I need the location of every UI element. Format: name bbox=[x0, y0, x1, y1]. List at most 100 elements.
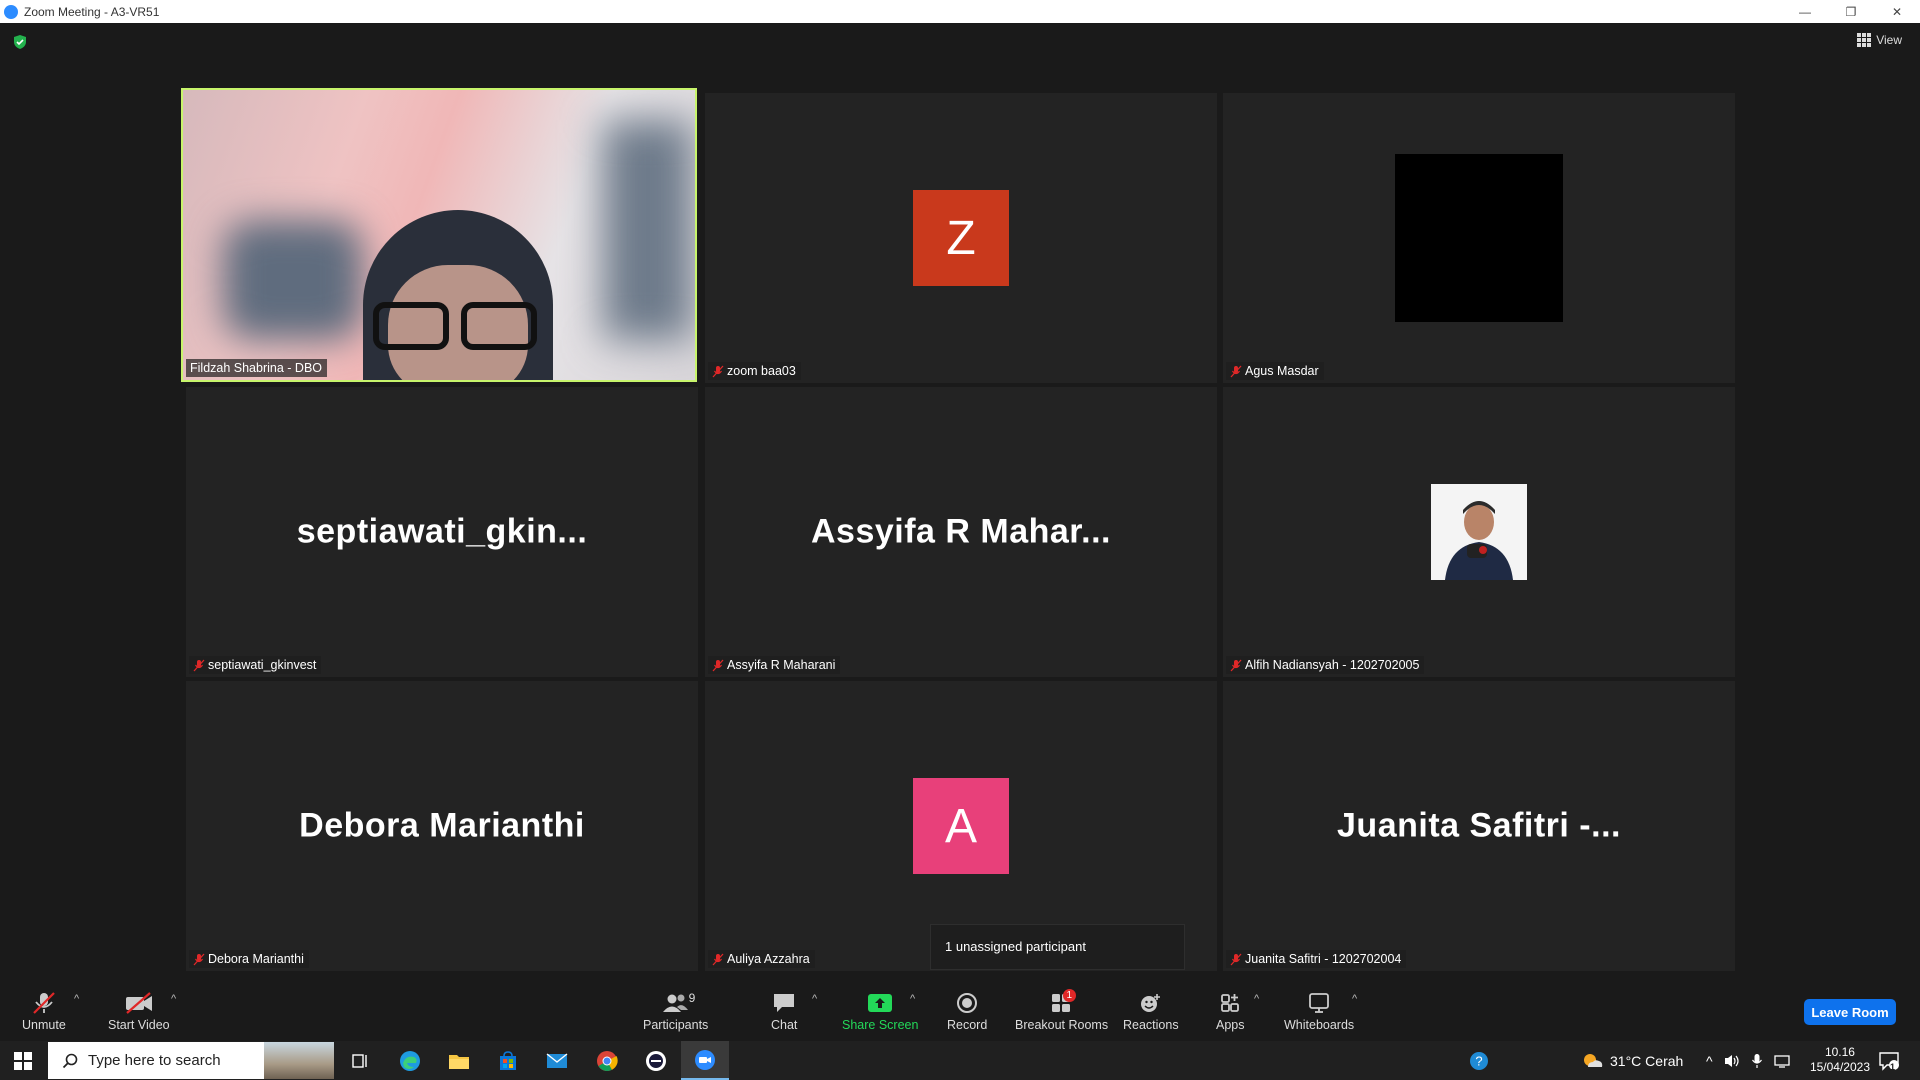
weather-text: 31°C Cerah bbox=[1610, 1052, 1684, 1069]
mic-muted-icon bbox=[712, 365, 724, 377]
participant-nameplate: Assyifa R Maharani bbox=[708, 656, 841, 674]
whiteboards-button[interactable]: Whiteboards bbox=[1284, 991, 1354, 1032]
zoom-app-icon bbox=[4, 4, 18, 19]
unmute-label: Unmute bbox=[22, 1018, 66, 1032]
taskbar-zoom[interactable] bbox=[681, 1041, 729, 1080]
taskbar-store[interactable] bbox=[484, 1041, 532, 1080]
help-tray-icon[interactable]: ? bbox=[1468, 1041, 1490, 1080]
participant-name: septiawati_gkinvest bbox=[208, 658, 317, 672]
breakout-rooms-label: Breakout Rooms bbox=[1015, 1018, 1109, 1032]
start-video-button[interactable]: Start Video bbox=[108, 991, 170, 1032]
participant-name: zoom baa03 bbox=[727, 364, 796, 378]
mic-muted-icon bbox=[1230, 659, 1242, 671]
breakout-badge: 1 bbox=[1062, 989, 1077, 1002]
audio-options-caret-icon[interactable]: ^ bbox=[74, 993, 79, 1005]
mic-muted-icon bbox=[712, 953, 724, 965]
mic-muted-icon bbox=[33, 992, 55, 1014]
taskbar-tor-app[interactable] bbox=[632, 1041, 680, 1080]
chat-options-caret-icon[interactable]: ^ bbox=[812, 993, 817, 1005]
taskbar-clock[interactable]: 10.16 15/04/2023 bbox=[1810, 1045, 1870, 1075]
notification-icon bbox=[1879, 1051, 1899, 1071]
view-button[interactable]: View bbox=[1857, 33, 1902, 47]
windows-logo-icon bbox=[14, 1051, 32, 1070]
share-options-caret-icon[interactable]: ^ bbox=[910, 993, 915, 1005]
participant-tile[interactable]: Alfih Nadiansyah - 1202702005 bbox=[1223, 387, 1735, 677]
participant-display-name: Assyifa R Mahar... bbox=[810, 512, 1111, 551]
restore-button[interactable]: ❐ bbox=[1828, 0, 1874, 23]
network-icon[interactable] bbox=[1773, 1053, 1791, 1069]
windows-taskbar: Type here to search ? 31°C Cerah ^ 10.16 bbox=[0, 1041, 1920, 1080]
apps-button[interactable]: Apps bbox=[1216, 991, 1245, 1032]
meeting-toolbar: Unmute ^ Start Video ^ 9 Participants Ch… bbox=[0, 983, 1920, 1041]
search-highlight-image bbox=[264, 1042, 334, 1079]
participant-nameplate: septiawati_gkinvest bbox=[189, 656, 322, 674]
participants-button[interactable]: 9 Participants bbox=[643, 991, 708, 1032]
task-view-button[interactable] bbox=[336, 1041, 384, 1080]
window-titlebar: Zoom Meeting - A3-VR51 — ❐ ✕ bbox=[0, 0, 1920, 23]
clock-date: 15/04/2023 bbox=[1809, 1060, 1870, 1074]
participant-nameplate: Juanita Safitri - 1202702004 bbox=[1226, 950, 1407, 968]
window-title: Zoom Meeting - A3-VR51 bbox=[24, 4, 160, 19]
start-button[interactable] bbox=[0, 1041, 46, 1080]
apps-icon bbox=[1221, 994, 1240, 1012]
record-button[interactable]: Record bbox=[947, 991, 987, 1032]
record-label: Record bbox=[947, 1018, 988, 1032]
encryption-shield-icon[interactable] bbox=[12, 34, 28, 50]
participant-name: Agus Masdar bbox=[1245, 364, 1319, 378]
whiteboard-icon bbox=[1309, 993, 1329, 1013]
participant-name: Assyifa R Maharani bbox=[727, 658, 836, 672]
avatar: Z bbox=[913, 190, 1009, 286]
video-off-icon bbox=[125, 992, 152, 1014]
folder-icon bbox=[449, 1054, 469, 1069]
chat-label: Chat bbox=[771, 1018, 798, 1032]
chat-button[interactable]: Chat bbox=[771, 991, 797, 1032]
participant-nameplate: Fildzah Shabrina - DBO bbox=[186, 359, 328, 377]
participants-label: Participants bbox=[643, 1018, 709, 1032]
participants-icon bbox=[662, 994, 688, 1012]
breakout-rooms-button[interactable]: 1 Breakout Rooms bbox=[1015, 989, 1109, 1032]
notification-center-button[interactable]: 1 bbox=[1878, 1041, 1900, 1080]
weather-sun-cloud-icon bbox=[1584, 1053, 1603, 1067]
apps-options-caret-icon[interactable]: ^ bbox=[1254, 993, 1259, 1005]
smiley-plus-icon bbox=[1140, 994, 1160, 1012]
video-options-caret-icon[interactable]: ^ bbox=[171, 993, 176, 1005]
participant-tile[interactable]: Agus Masdar bbox=[1223, 93, 1735, 383]
reactions-button[interactable]: Reactions bbox=[1123, 991, 1179, 1032]
taskbar-chrome[interactable] bbox=[583, 1041, 631, 1080]
help-icon: ? bbox=[1470, 1051, 1488, 1070]
participant-name: Debora Marianthi bbox=[208, 952, 304, 966]
svg-text:?: ? bbox=[1475, 1053, 1482, 1068]
participant-tile[interactable]: septiawati_gkin... septiawati_gkinvest bbox=[186, 387, 698, 677]
taskbar-search-box[interactable]: Type here to search bbox=[48, 1042, 334, 1079]
minimize-button[interactable]: — bbox=[1782, 0, 1828, 23]
participant-nameplate: Agus Masdar bbox=[1226, 362, 1324, 380]
taskbar-mail[interactable] bbox=[533, 1041, 581, 1080]
participant-tile[interactable]: Debora Marianthi Debora Marianthi bbox=[186, 681, 698, 971]
task-view-icon bbox=[352, 1053, 367, 1068]
share-screen-button[interactable]: Share Screen bbox=[842, 991, 918, 1032]
participant-nameplate: Alfih Nadiansyah - 1202702005 bbox=[1226, 656, 1425, 674]
close-button[interactable]: ✕ bbox=[1874, 0, 1920, 23]
taskbar-edge[interactable] bbox=[386, 1041, 434, 1080]
participant-name: Alfih Nadiansyah - 1202702005 bbox=[1245, 658, 1420, 672]
volume-icon[interactable] bbox=[1723, 1053, 1741, 1069]
participant-tile[interactable]: Z zoom baa03 bbox=[705, 93, 1217, 383]
participant-tile[interactable]: Fildzah Shabrina - DBO bbox=[181, 88, 697, 382]
show-hidden-icons-chevron-icon[interactable]: ^ bbox=[1706, 1053, 1713, 1069]
participant-name: Juanita Safitri - 1202702004 bbox=[1245, 952, 1402, 966]
record-icon bbox=[957, 993, 978, 1013]
weather-widget[interactable]: 31°C Cerah bbox=[1580, 1041, 1683, 1080]
microphone-icon[interactable] bbox=[1751, 1053, 1763, 1069]
app-circle-icon bbox=[646, 1050, 666, 1071]
clock-time: 10.16 bbox=[1824, 1045, 1855, 1059]
participant-tile[interactable]: Juanita Safitri -... Juanita Safitri - 1… bbox=[1223, 681, 1735, 971]
grid-icon bbox=[1857, 33, 1872, 47]
mic-muted-icon bbox=[1230, 365, 1242, 377]
zoom-icon bbox=[695, 1049, 715, 1070]
unmute-button[interactable]: Unmute bbox=[22, 991, 66, 1032]
taskbar-file-explorer[interactable] bbox=[435, 1041, 483, 1080]
participant-tile[interactable]: Assyifa R Mahar... Assyifa R Maharani bbox=[705, 387, 1217, 677]
whiteboards-options-caret-icon[interactable]: ^ bbox=[1352, 993, 1357, 1005]
participant-display-name: Juanita Safitri -... bbox=[1337, 806, 1621, 845]
leave-room-button[interactable]: Leave Room bbox=[1804, 999, 1896, 1025]
